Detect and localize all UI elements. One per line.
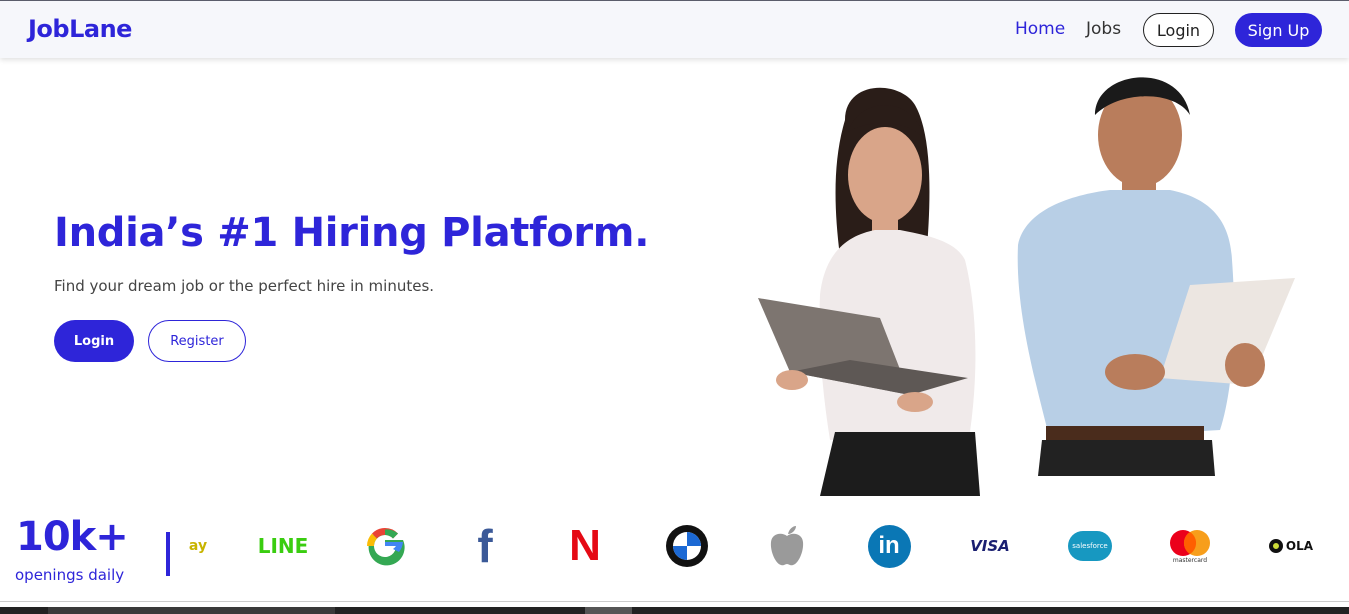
nav-link-jobs[interactable]: Jobs bbox=[1086, 19, 1121, 39]
stat-divider bbox=[166, 532, 170, 576]
hero-register-button[interactable]: Register bbox=[148, 320, 246, 362]
mastercard-icon bbox=[1170, 529, 1210, 556]
facebook-logo: f bbox=[477, 520, 493, 572]
mastercard-logo: mastercard bbox=[1166, 514, 1214, 578]
apple-logo bbox=[767, 514, 807, 578]
hero-title: India’s #1 Hiring Platform. bbox=[54, 210, 650, 256]
next-section-strip bbox=[0, 607, 1349, 614]
man-figure bbox=[1017, 77, 1295, 476]
openings-label: openings daily bbox=[15, 566, 125, 584]
hero-login-button[interactable]: Login bbox=[54, 320, 134, 362]
hero-people-image bbox=[758, 77, 1295, 496]
google-g-icon bbox=[366, 527, 405, 566]
section-divider bbox=[0, 601, 1349, 602]
woman-figure bbox=[758, 87, 980, 496]
bmw-roundel-icon bbox=[666, 525, 708, 567]
company-logo-strip: ay LINE f N in VISA salesforce mastercar… bbox=[172, 514, 1342, 578]
linkedin-logo: in bbox=[866, 514, 912, 578]
salesforce-logo: salesforce bbox=[1066, 514, 1114, 578]
openings-count: 10k+ bbox=[16, 514, 129, 560]
nav-login-button[interactable]: Login bbox=[1143, 13, 1214, 47]
bmw-logo bbox=[664, 514, 710, 578]
ebay-logo: ay bbox=[188, 538, 208, 554]
netflix-logo: N bbox=[569, 521, 601, 570]
line-logo: LINE bbox=[257, 534, 309, 558]
nav-signup-button[interactable]: Sign Up bbox=[1235, 13, 1322, 47]
brand-logo[interactable]: JobLane bbox=[28, 15, 132, 43]
google-logo bbox=[362, 514, 408, 578]
nav-link-home[interactable]: Home bbox=[1015, 19, 1065, 39]
top-navbar: JobLane Home Jobs Login Sign Up bbox=[0, 0, 1349, 58]
ola-logo: OLA bbox=[1266, 514, 1316, 578]
apple-icon bbox=[770, 526, 804, 566]
hero-subtitle: Find your dream job or the perfect hire … bbox=[54, 277, 435, 295]
visa-logo: VISA bbox=[970, 537, 1010, 555]
